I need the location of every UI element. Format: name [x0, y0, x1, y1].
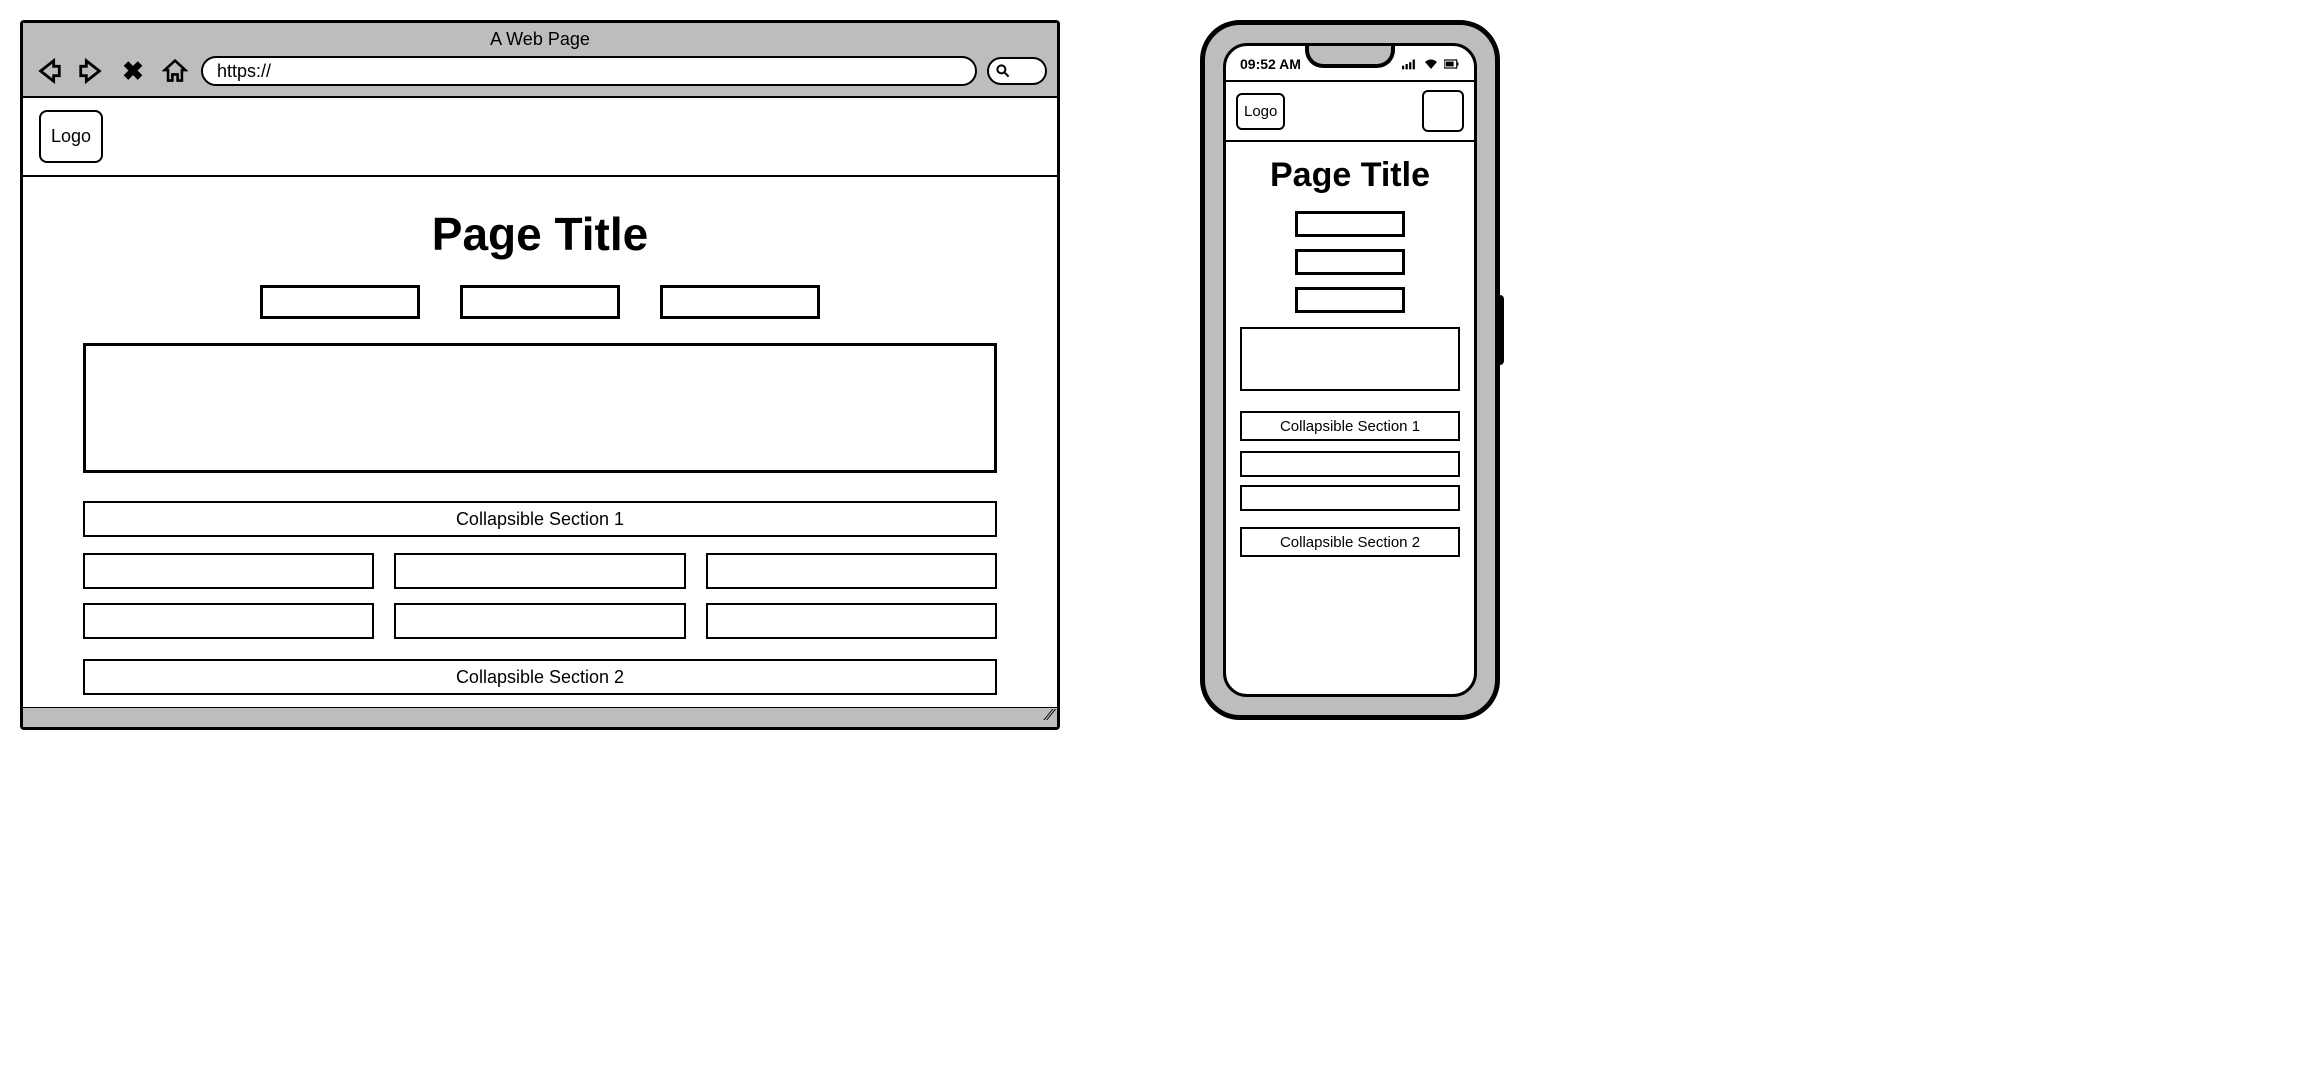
address-bar[interactable]: https://: [201, 56, 977, 86]
phone-menu-button[interactable]: [1422, 90, 1464, 132]
site-header: Logo: [23, 98, 1057, 177]
phone-collapsible-2[interactable]: Collapsible Section 2: [1240, 527, 1460, 557]
phone-mockup: 09:52 AM Logo Page Title Collapsible Sec…: [1200, 20, 1500, 720]
search-icon: [995, 63, 1011, 79]
home-icon[interactable]: [159, 56, 191, 86]
action-button-1[interactable]: [260, 285, 420, 319]
browser-window-title: A Web Page: [33, 29, 1047, 50]
signal-icon: [1402, 58, 1418, 70]
grid-cell[interactable]: [83, 553, 374, 589]
phone-page-content: Page Title Collapsible Section 1 Collaps…: [1226, 142, 1474, 557]
status-time: 09:52 AM: [1240, 56, 1301, 72]
phone-action-button-2[interactable]: [1295, 249, 1405, 275]
grid-cell[interactable]: [706, 603, 997, 639]
site-logo[interactable]: Logo: [39, 110, 103, 163]
action-button-2[interactable]: [460, 285, 620, 319]
action-button-row: [83, 285, 997, 319]
grid-cell[interactable]: [394, 553, 685, 589]
battery-icon: [1444, 58, 1460, 70]
wifi-icon: [1423, 58, 1439, 70]
content-grid: [83, 553, 997, 639]
phone-hero-panel: [1240, 327, 1460, 391]
page-title: Page Title: [83, 207, 997, 261]
phone-notch: [1305, 43, 1395, 68]
url-text: https://: [217, 61, 271, 82]
phone-page-title: Page Title: [1240, 156, 1460, 195]
phone-action-button-1[interactable]: [1295, 211, 1405, 237]
phone-site-header: Logo: [1226, 80, 1474, 142]
page-content: Page Title Collapsible Section 1 Collaps…: [23, 177, 1057, 695]
browser-toolbar: ✖ https://: [33, 56, 1047, 86]
phone-grid-cell[interactable]: [1240, 451, 1460, 477]
stop-icon[interactable]: ✖: [117, 56, 149, 86]
phone-collapsible-1[interactable]: Collapsible Section 1: [1240, 411, 1460, 441]
collapsible-section-2[interactable]: Collapsible Section 2: [83, 659, 997, 695]
back-icon[interactable]: [33, 56, 65, 86]
browser-mockup: A Web Page ✖ https:// Logo Page Titl: [20, 20, 1060, 730]
status-icons: [1402, 58, 1460, 70]
action-button-3[interactable]: [660, 285, 820, 319]
collapsible-section-1[interactable]: Collapsible Section 1: [83, 501, 997, 537]
grid-cell[interactable]: [394, 603, 685, 639]
resize-grip-icon[interactable]: ⁄⁄: [1048, 707, 1053, 725]
browser-chrome: A Web Page ✖ https://: [23, 23, 1057, 98]
phone-site-logo[interactable]: Logo: [1236, 93, 1285, 130]
hero-panel: [83, 343, 997, 473]
grid-cell[interactable]: [706, 553, 997, 589]
phone-screen: 09:52 AM Logo Page Title Collapsible Sec…: [1223, 43, 1477, 697]
search-button[interactable]: [987, 57, 1047, 85]
phone-grid-cell[interactable]: [1240, 485, 1460, 511]
browser-footer: ⁄⁄: [23, 707, 1057, 727]
page-body: Logo Page Title Collapsible Section 1 Co…: [23, 98, 1057, 727]
grid-cell[interactable]: [83, 603, 374, 639]
phone-action-buttons: [1240, 211, 1460, 313]
forward-icon[interactable]: [75, 56, 107, 86]
phone-action-button-3[interactable]: [1295, 287, 1405, 313]
